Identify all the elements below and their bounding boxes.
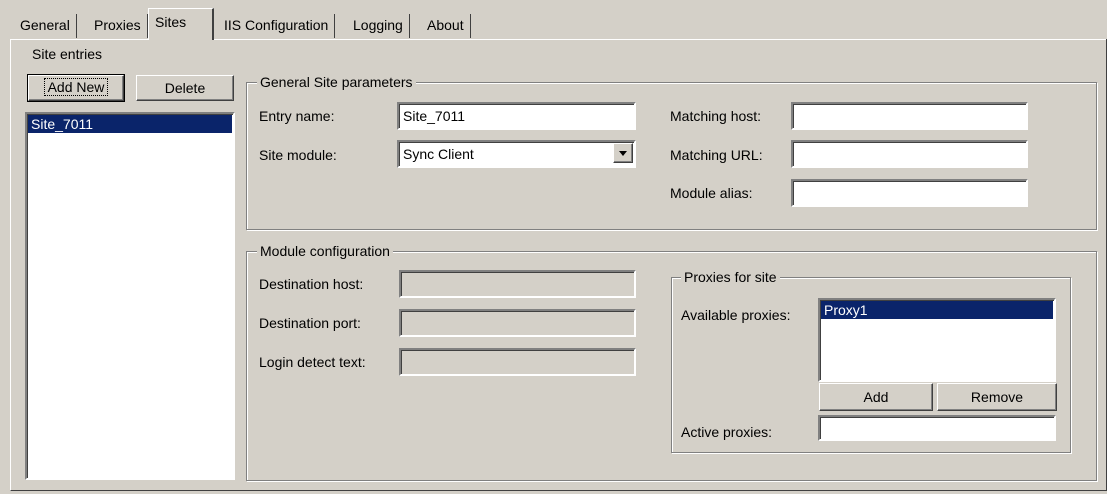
tab-logging[interactable]: Logging [347,14,410,38]
add-proxy-button[interactable]: Add [819,383,933,411]
site-module-label: Site module: [259,147,337,163]
destination-host-label: Destination host: [259,276,364,292]
module-alias-field[interactable] [791,179,1028,207]
tab-sites[interactable]: Sites [148,8,214,40]
entry-name-field[interactable]: Site_7011 [397,102,636,130]
delete-button[interactable]: Delete [136,75,234,101]
list-item[interactable]: Site_7011 [28,115,232,133]
site-module-select[interactable]: Sync Client [397,140,636,168]
login-detect-text-label: Login detect text: [259,354,366,370]
tab-proxies[interactable]: Proxies [88,14,148,38]
site-entries-list[interactable]: Site_7011 [25,112,235,480]
module-alias-label: Module alias: [670,185,753,201]
proxies-for-site-title: Proxies for site [681,269,780,285]
entry-name-label: Entry name: [259,108,335,124]
matching-host-field[interactable] [791,102,1028,130]
add-new-label: Add New [43,78,109,96]
active-proxies-label: Active proxies: [681,424,773,440]
available-proxies-list[interactable]: Proxy1 [818,298,1056,382]
list-item[interactable]: Proxy1 [821,301,1053,319]
destination-host-field[interactable] [399,270,636,298]
matching-host-label: Matching host: [670,108,762,124]
tab-general[interactable]: General [14,14,77,38]
tab-about[interactable]: About [421,14,471,38]
add-new-button[interactable]: Add New [27,74,125,102]
chevron-down-icon[interactable] [613,143,633,163]
destination-port-label: Destination port: [259,315,361,331]
matching-url-field[interactable] [791,140,1028,168]
tab-iis-configuration[interactable]: IIS Configuration [218,14,336,38]
available-proxies-label: Available proxies: [681,307,791,323]
active-proxies-field[interactable] [818,415,1056,441]
site-module-value: Sync Client [403,146,474,162]
login-detect-text-field[interactable] [399,348,636,376]
matching-url-label: Matching URL: [670,147,763,163]
destination-port-field[interactable] [399,309,636,337]
general-site-parameters-title: General Site parameters [257,74,416,90]
module-configuration-title: Module configuration [257,243,393,259]
site-entries-label: Site entries [32,46,103,62]
remove-proxy-button[interactable]: Remove [937,383,1057,411]
